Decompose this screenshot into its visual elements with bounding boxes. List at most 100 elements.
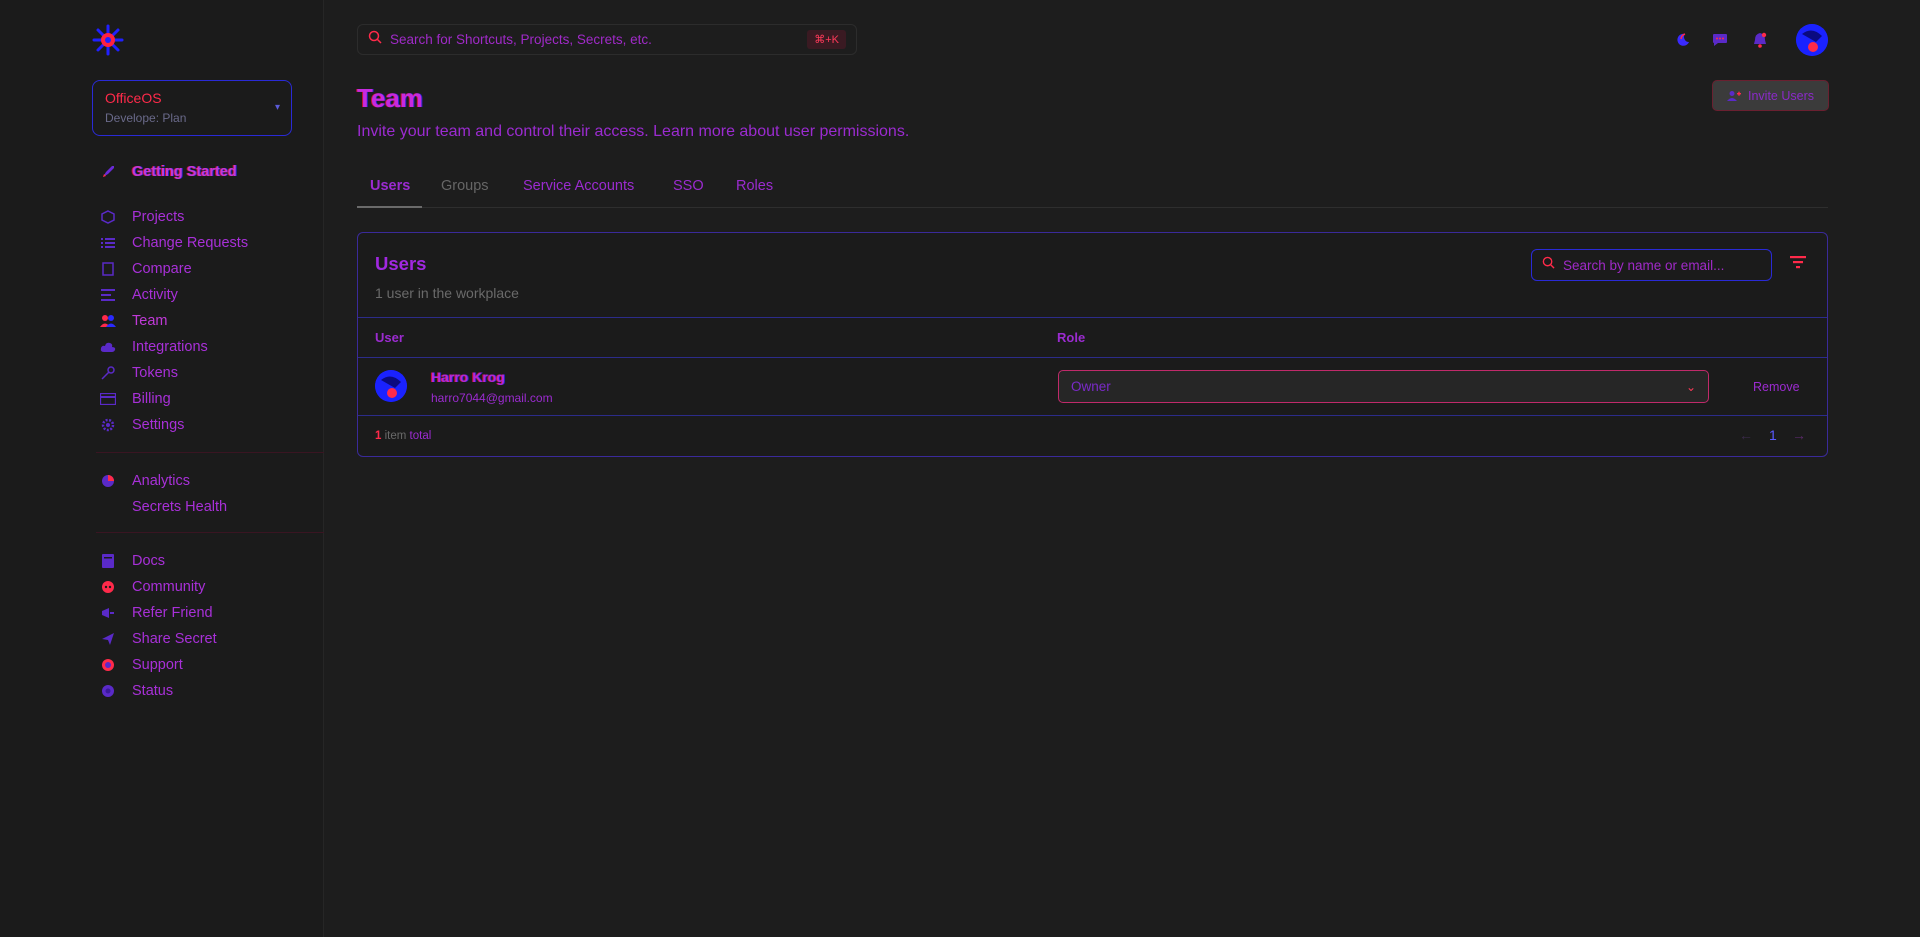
search-icon [1542,256,1555,274]
sidebar-item-label: Settings [132,417,185,433]
sidebar-item-team[interactable]: Team [98,310,167,332]
sidebar-item-label: Compare [132,261,192,277]
sidebar-item-community[interactable]: Community [98,576,205,598]
sidebar-item-projects[interactable]: Projects [98,206,184,228]
sidebar-item-getting-started[interactable]: Getting Started [98,161,237,183]
sidebar-item-refer-friend[interactable]: Refer Friend [98,602,213,624]
page-number[interactable]: 1 [1769,427,1777,443]
org-selector[interactable]: OfficeOS Develope: Plan ▾ [92,80,292,136]
bell-icon[interactable] [1751,31,1769,49]
compare-icon [98,261,118,277]
key-icon [98,365,118,381]
tab-roles[interactable]: Roles [736,178,773,194]
active-tab-indicator [357,206,422,208]
user-plus-icon [1727,90,1741,102]
sidebar-item-tokens[interactable]: Tokens [98,362,178,384]
book-icon [98,553,118,569]
user-email: harro7044@gmail.com [431,391,553,405]
search-placeholder: Search for Shortcuts, Projects, Secrets,… [390,32,652,47]
page-title: Team [357,83,423,113]
sidebar-item-integrations[interactable]: Integrations [98,336,208,358]
blank-icon-slot [98,499,118,515]
sidebar-item-label: Billing [132,391,171,407]
pie-chart-icon [98,473,118,489]
sidebar-item-secrets-health[interactable]: Secrets Health [98,496,227,518]
total-count: 1 item total [375,430,431,442]
invite-users-label: Invite Users [1748,88,1814,103]
prev-page-arrow-icon[interactable]: ← [1739,427,1753,443]
team-icon [98,313,118,329]
filter-icon[interactable] [1790,255,1810,273]
cloud-icon [98,339,118,355]
sidebar-item-label: Refer Friend [132,605,213,621]
sidebar-item-label: Analytics [132,473,191,489]
tab-sso[interactable]: SSO [673,178,704,194]
discord-icon [98,579,118,595]
sidebar-item-status[interactable]: Status [98,680,173,702]
tab-bar: Users Groups Service Accounts SSO Roles [357,170,1828,208]
sidebar-item-label: Docs [132,553,166,569]
search-icon [368,30,382,49]
total-item-label: item [384,430,407,442]
send-icon [98,631,118,647]
sidebar-item-billing[interactable]: Billing [98,388,171,410]
role-select[interactable]: Owner ⌄ [1058,370,1709,403]
sidebar-item-change-requests[interactable]: Change Requests [98,232,248,254]
sidebar-item-label: Share Secret [132,631,217,647]
sidebar-item-label: Tokens [132,365,178,381]
sidebar-item-label: Community [132,579,206,595]
sidebar-item-label: Activity [132,287,178,303]
sidebar-item-label: Team [132,313,168,329]
card-subtitle: 1 user in the workplace [375,285,519,301]
sidebar-item-label: Status [132,683,174,699]
chevron-down-icon: ▾ [274,102,280,113]
users-card: Users 1 user in the workplace Search by … [357,232,1828,457]
gear-icon [98,417,118,433]
megaphone-icon [98,605,118,621]
sidebar-item-label: Getting Started [132,164,237,180]
sidebar-divider [96,452,324,453]
card-icon [98,391,118,407]
sidebar-item-share-secret[interactable]: Share Secret [98,628,217,650]
org-plan: Develope: Plan [105,111,187,125]
list-icon [98,235,118,251]
sidebar-item-docs[interactable]: Docs [98,550,165,572]
sidebar: OfficeOS Develope: Plan ▾ Getting Starte… [0,0,324,937]
role-value: Owner [1071,379,1111,394]
org-name: OfficeOS [105,90,162,106]
shortcut-badge: ⌘+K [807,30,846,49]
tab-groups[interactable]: Groups [441,178,489,194]
remove-user-button[interactable]: Remove [1753,380,1800,394]
user-name: Harro Krog [431,369,505,385]
table-header: User Role [358,317,1827,358]
sidebar-item-compare[interactable]: Compare [98,258,192,280]
help-icon [98,657,118,673]
sidebar-item-label: Integrations [132,339,208,355]
sidebar-item-analytics[interactable]: Analytics [98,470,190,492]
sidebar-item-label: Change Requests [132,235,249,251]
user-search-input[interactable]: Search by name or email... [1531,249,1772,281]
next-page-arrow-icon[interactable]: → [1792,427,1806,443]
sidebar-item-label: Support [132,657,183,673]
search-placeholder: Search by name or email... [1563,257,1725,273]
page-subtitle: Invite your team and control their acces… [357,123,910,140]
user-avatar[interactable] [1796,24,1828,56]
chat-icon[interactable] [1711,31,1729,49]
tab-users[interactable]: Users [370,178,410,194]
app-logo[interactable] [91,23,125,57]
total-label: total [409,430,432,442]
activity-icon [98,287,118,303]
status-icon [98,683,118,699]
sidebar-item-support[interactable]: Support [98,654,183,676]
invite-users-button[interactable]: Invite Users [1712,80,1829,111]
total-number: 1 [375,430,382,442]
sidebar-item-label: Projects [132,209,185,225]
sidebar-item-activity[interactable]: Activity [98,284,178,306]
global-search-input[interactable]: Search for Shortcuts, Projects, Secrets,… [357,24,857,55]
cube-icon [98,209,118,225]
tab-service-accounts[interactable]: Service Accounts [523,178,634,194]
sidebar-item-label: Secrets Health [132,499,228,515]
column-header-user: User [375,330,404,345]
sidebar-item-settings[interactable]: Settings [98,414,184,436]
moon-icon[interactable] [1674,31,1692,49]
